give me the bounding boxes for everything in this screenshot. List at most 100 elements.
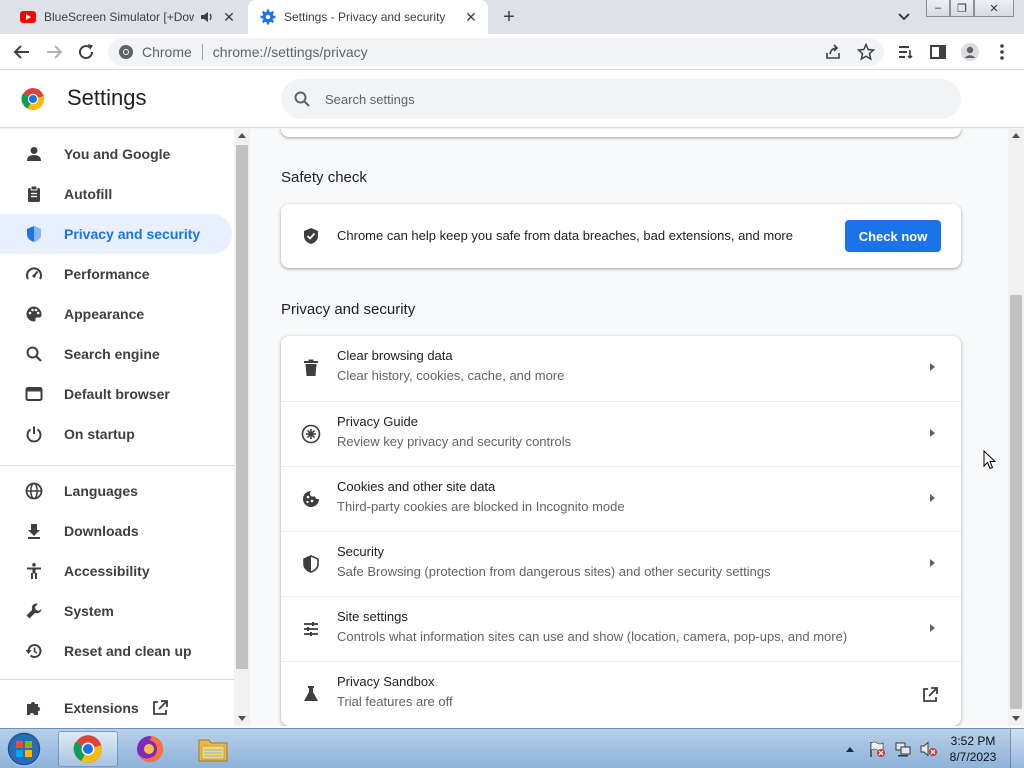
taskbar-clock[interactable]: 3:52 PM 8/7/2023 (946, 733, 1000, 765)
open-in-new-icon (923, 687, 938, 702)
row-subtitle: Clear history, cookies, cache, and more (337, 368, 565, 383)
menu-kebab-icon[interactable] (992, 42, 1012, 62)
sidebar-item-downloads[interactable]: Downloads (0, 511, 232, 551)
cookie-icon (301, 489, 321, 509)
scroll-down-arrow-icon[interactable] (238, 716, 246, 721)
privacy-card: Clear browsing data Clear history, cooki… (281, 336, 961, 726)
search-icon (24, 344, 44, 364)
sidebar-item-label: On startup (64, 426, 135, 442)
sidebar-item-search-engine[interactable]: Search engine (0, 334, 232, 374)
scrollbar-thumb[interactable] (236, 145, 248, 669)
tab-strip: BlueScreen Simulator [+Dow ✕ Settings - … (0, 0, 1024, 34)
restore-button[interactable]: ❐ (950, 0, 974, 17)
chevron-right-icon (930, 494, 935, 502)
share-icon[interactable] (824, 43, 842, 61)
reload-icon[interactable] (76, 42, 96, 62)
settings-main: Safety check Chrome can help keep you sa… (250, 129, 1008, 726)
action-center-flag-icon[interactable] (868, 740, 886, 758)
start-button[interactable] (4, 730, 44, 768)
profile-avatar-icon[interactable] (960, 42, 980, 62)
new-tab-button[interactable]: + (498, 6, 520, 28)
mouse-cursor-icon (983, 450, 997, 470)
gear-icon (260, 9, 276, 25)
taskbar-file-explorer[interactable] (183, 731, 243, 767)
shield-check-icon (301, 226, 321, 246)
forward-arrow-icon[interactable] (44, 42, 64, 62)
side-panel-icon[interactable] (928, 42, 948, 62)
minimize-button[interactable]: – (926, 0, 950, 17)
reading-list-icon[interactable] (896, 42, 916, 62)
sidebar-item-extensions[interactable]: Extensions (0, 688, 232, 726)
close-tab-icon[interactable]: ✕ (220, 8, 238, 26)
row-title: Cookies and other site data (337, 479, 496, 494)
shield-icon (24, 224, 44, 244)
sidebar-item-accessibility[interactable]: Accessibility (0, 551, 232, 591)
taskbar-firefox[interactable] (120, 731, 180, 767)
tab-youtube[interactable]: BlueScreen Simulator [+Dow ✕ (8, 0, 246, 34)
sidebar-scrollbar[interactable] (234, 129, 250, 726)
volume-muted-icon[interactable] (920, 740, 938, 758)
privacy-row-cookies[interactable]: Cookies and other site data Third-party … (281, 466, 961, 531)
scrollbar-thumb[interactable] (1010, 295, 1022, 709)
row-title: Privacy Sandbox (337, 674, 435, 689)
search-settings-box[interactable] (281, 79, 961, 119)
sidebar-item-appearance[interactable]: Appearance (0, 294, 232, 334)
address-bar[interactable]: Chrome chrome://settings/privacy (108, 38, 884, 66)
trash-icon (301, 358, 321, 378)
window-close-button[interactable]: ✕ (974, 0, 1014, 17)
shield-icon (301, 554, 321, 574)
speaker-icon[interactable] (200, 10, 214, 24)
sidebar-item-label: Search engine (64, 346, 160, 362)
privacy-row-privacy-guide[interactable]: Privacy Guide Review key privacy and sec… (281, 401, 961, 466)
main-scrollbar[interactable] (1008, 129, 1024, 726)
folder-icon (198, 739, 228, 762)
url-text[interactable]: chrome://settings/privacy (213, 44, 368, 60)
tab-title: Settings - Privacy and security (284, 10, 446, 24)
scroll-up-arrow-icon[interactable] (1012, 133, 1020, 138)
sidebar-item-label: Languages (64, 483, 138, 499)
privacy-row-clear-browsing-data[interactable]: Clear browsing data Clear history, cooki… (281, 336, 961, 401)
sidebar-item-label: Extensions (64, 700, 139, 716)
taskbar-chrome[interactable] (58, 731, 118, 767)
firefox-icon (137, 736, 163, 762)
globe-icon (24, 481, 44, 501)
sidebar-item-reset-and-clean-up[interactable]: Reset and clean up (0, 631, 232, 671)
power-icon (24, 424, 44, 444)
sidebar-item-label: Privacy and security (64, 226, 201, 242)
tab-settings[interactable]: Settings - Privacy and security ✕ (248, 0, 488, 34)
sidebar-item-label: System (64, 603, 114, 619)
sidebar-item-default-browser[interactable]: Default browser (0, 374, 232, 414)
close-tab-icon[interactable]: ✕ (462, 8, 480, 26)
tab-title: BlueScreen Simulator [+Dow (44, 10, 194, 24)
sidebar-item-performance[interactable]: Performance (0, 254, 232, 294)
row-subtitle: Trial features are off (337, 694, 453, 709)
sidebar-divider (0, 465, 234, 466)
sidebar-item-languages[interactable]: Languages (0, 471, 232, 511)
sidebar-item-autofill[interactable]: Autofill (0, 174, 232, 214)
section-title-safety-check: Safety check (281, 169, 367, 186)
bookmark-star-icon[interactable] (857, 43, 875, 61)
section-title-privacy-and-security: Privacy and security (281, 301, 416, 318)
privacy-row-site-settings[interactable]: Site settings Controls what information … (281, 596, 961, 661)
privacy-row-security[interactable]: Security Safe Browsing (protection from … (281, 531, 961, 596)
show-hidden-icons-icon[interactable] (846, 746, 854, 752)
tab-search-chevron-icon[interactable] (895, 9, 913, 25)
sidebar-item-privacy-and-security[interactable]: Privacy and security (0, 214, 232, 254)
scroll-up-arrow-icon[interactable] (238, 133, 246, 138)
privacy-row-privacy-sandbox[interactable]: Privacy Sandbox Trial features are off (281, 661, 961, 726)
back-arrow-icon[interactable] (12, 42, 32, 62)
flask-icon (301, 684, 321, 704)
row-subtitle: Safe Browsing (protection from dangerous… (337, 564, 771, 579)
search-settings-input[interactable] (325, 91, 925, 107)
chrome-logo-icon (21, 88, 44, 110)
show-desktop-button[interactable] (1010, 729, 1024, 768)
row-title: Security (337, 544, 384, 559)
network-icon[interactable] (894, 740, 912, 758)
scroll-down-arrow-icon[interactable] (1012, 716, 1020, 721)
sidebar-item-system[interactable]: System (0, 591, 232, 631)
check-now-button[interactable]: Check now (845, 220, 941, 252)
chrome-label: Chrome (142, 44, 192, 60)
sidebar-item-you-and-google[interactable]: You and Google (0, 134, 232, 174)
row-subtitle: Controls what information sites can use … (337, 629, 848, 644)
sidebar-item-on-startup[interactable]: On startup (0, 414, 232, 454)
